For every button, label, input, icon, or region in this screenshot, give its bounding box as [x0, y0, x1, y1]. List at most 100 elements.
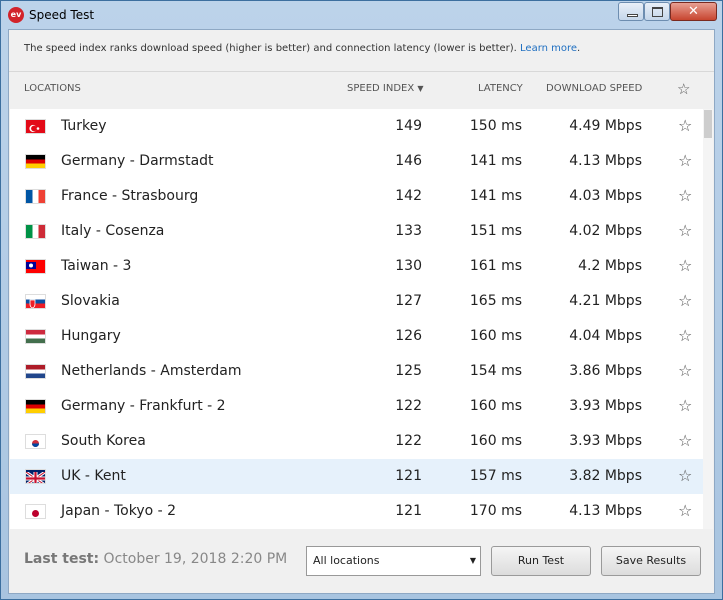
flag-netherlands-icon — [25, 364, 46, 379]
favorite-star-icon[interactable]: ☆ — [678, 326, 692, 345]
locations-list[interactable]: Turkey 149 150 ms 4.49 Mbps ☆ Germany - Darms… — [10, 109, 703, 529]
location-name: Germany - Frankfurt - 2 — [61, 398, 226, 414]
download-speed-value: 4.49 Mbps — [569, 118, 642, 134]
minimize-button[interactable] — [618, 2, 644, 21]
info-text: The speed index ranks download speed (hi… — [24, 43, 580, 54]
table-row[interactable]: South Korea 122 160 ms 3.93 Mbps ☆ — [10, 424, 703, 459]
flag-turkey-icon — [25, 119, 46, 134]
latency-value: 160 ms — [469, 398, 522, 414]
window-title: Speed Test — [29, 8, 95, 22]
scrollbar-thumb[interactable] — [704, 110, 712, 138]
latency-value: 170 ms — [469, 503, 522, 519]
speed-index-value: 122 — [395, 398, 422, 414]
table-row[interactable]: Italy - Cosenza 133 151 ms 4.02 Mbps ☆ — [10, 214, 703, 249]
speed-index-value: 126 — [395, 328, 422, 344]
favorite-star-icon[interactable]: ☆ — [678, 361, 692, 380]
flag-germany-icon — [25, 154, 46, 169]
table-row[interactable]: Germany - Darmstadt 146 141 ms 4.13 Mbps ☆ — [10, 144, 703, 179]
close-icon: ✕ — [688, 4, 699, 19]
column-header-speed-index[interactable]: SPEED INDEX ▼ — [347, 83, 424, 94]
favorites-column-star-icon[interactable]: ☆ — [677, 80, 690, 98]
location-name: Germany - Darmstadt — [61, 153, 214, 169]
last-test-info: Last test: October 19, 2018 2:20 PM — [24, 551, 287, 567]
favorite-star-icon[interactable]: ☆ — [678, 291, 692, 310]
table-row[interactable]: Turkey 149 150 ms 4.49 Mbps ☆ — [10, 109, 703, 144]
favorite-star-icon[interactable]: ☆ — [678, 116, 692, 135]
speed-index-value: 149 — [395, 118, 422, 134]
latency-value: 165 ms — [469, 293, 522, 309]
flag-hungary-icon — [25, 329, 46, 344]
latency-value: 141 ms — [469, 153, 522, 169]
location-name: France - Strasbourg — [61, 188, 199, 204]
download-speed-value: 4.04 Mbps — [569, 328, 642, 344]
flag-italy-icon — [25, 224, 46, 239]
table-row[interactable]: France - Strasbourg 142 141 ms 4.03 Mbps ☆ — [10, 179, 703, 214]
learn-more-link[interactable]: Learn more — [520, 43, 577, 54]
latency-value: 151 ms — [469, 223, 522, 239]
favorite-star-icon[interactable]: ☆ — [678, 431, 692, 450]
flag-germany-icon — [25, 399, 46, 414]
dropdown-arrow-icon: ▼ — [469, 556, 476, 565]
location-name: Japan - Tokyo - 2 — [61, 503, 177, 519]
table-row[interactable]: Taiwan - 3 130 161 ms 4.2 Mbps ☆ — [10, 249, 703, 284]
table-row[interactable]: UK - Kent 121 157 ms 3.82 Mbps ☆ — [10, 459, 703, 494]
favorite-star-icon[interactable]: ☆ — [678, 151, 692, 170]
flag-france-icon — [25, 189, 46, 204]
favorite-star-icon[interactable]: ☆ — [678, 186, 692, 205]
flag-south-korea-icon — [25, 434, 46, 449]
location-name: Italy - Cosenza — [61, 223, 165, 239]
speed-index-value: 121 — [395, 468, 422, 484]
favorite-star-icon[interactable]: ☆ — [678, 396, 692, 415]
table-row[interactable]: Japan - Tokyo - 2 121 170 ms 4.13 Mbps ☆ — [10, 494, 703, 529]
speed-index-value: 133 — [395, 223, 422, 239]
location-name: Slovakia — [61, 293, 120, 309]
latency-value: 141 ms — [469, 188, 522, 204]
run-test-button[interactable]: Run Test — [491, 546, 591, 576]
column-header-latency[interactable]: LATENCY — [478, 83, 523, 94]
download-speed-value: 4.13 Mbps — [569, 503, 642, 519]
sort-descending-icon: ▼ — [417, 84, 424, 93]
flag-taiwan-icon — [25, 259, 46, 274]
title-bar[interactable]: ev Speed Test ✕ — [1, 1, 722, 29]
table-row[interactable]: Hungary 126 160 ms 4.04 Mbps ☆ — [10, 319, 703, 354]
last-test-value: October 19, 2018 2:20 PM — [99, 551, 288, 567]
favorite-star-icon[interactable]: ☆ — [678, 256, 692, 275]
app-logo-icon: ev — [8, 7, 24, 23]
scrollbar[interactable] — [703, 109, 713, 529]
favorite-star-icon[interactable]: ☆ — [678, 221, 692, 240]
latency-value: 157 ms — [469, 468, 522, 484]
speed-index-label: SPEED INDEX — [347, 83, 415, 94]
save-results-button[interactable]: Save Results — [601, 546, 701, 576]
flag-uk-icon — [25, 469, 46, 484]
latency-value: 150 ms — [469, 118, 522, 134]
table-row[interactable]: Slovakia 127 165 ms 4.21 Mbps ☆ — [10, 284, 703, 319]
location-filter-dropdown[interactable]: All locations ▼ — [306, 546, 481, 576]
favorite-star-icon[interactable]: ☆ — [678, 501, 692, 520]
table-row[interactable]: Netherlands - Amsterdam 125 154 ms 3.86 Mbp… — [10, 354, 703, 389]
location-name: Netherlands - Amsterdam — [61, 363, 242, 379]
latency-value: 160 ms — [469, 433, 522, 449]
download-speed-value: 4.21 Mbps — [569, 293, 642, 309]
download-speed-value: 3.82 Mbps — [569, 468, 642, 484]
last-test-label: Last test: — [24, 551, 100, 567]
download-speed-value: 4.2 Mbps — [578, 258, 642, 274]
speed-index-value: 125 — [395, 363, 422, 379]
latency-value: 161 ms — [469, 258, 522, 274]
column-header-locations[interactable]: LOCATIONS — [24, 83, 81, 94]
location-name: Turkey — [61, 118, 107, 134]
table-row[interactable]: Germany - Frankfurt - 2 122 160 ms 3.93 Mbp… — [10, 389, 703, 424]
favorite-star-icon[interactable]: ☆ — [678, 466, 692, 485]
location-filter-value: All locations — [313, 554, 380, 567]
close-button[interactable]: ✕ — [670, 2, 717, 21]
location-name: UK - Kent — [61, 468, 126, 484]
maximize-button[interactable] — [644, 2, 670, 21]
download-speed-value: 4.13 Mbps — [569, 153, 642, 169]
latency-value: 154 ms — [469, 363, 522, 379]
column-header-download-speed[interactable]: DOWNLOAD SPEED — [546, 83, 642, 94]
info-period: . — [577, 43, 581, 54]
speed-index-value: 127 — [395, 293, 422, 309]
download-speed-value: 3.93 Mbps — [569, 433, 642, 449]
app-window: ev Speed Test ✕ The speed index ranks do… — [0, 0, 723, 600]
divider — [9, 71, 714, 72]
download-speed-value: 3.93 Mbps — [569, 398, 642, 414]
